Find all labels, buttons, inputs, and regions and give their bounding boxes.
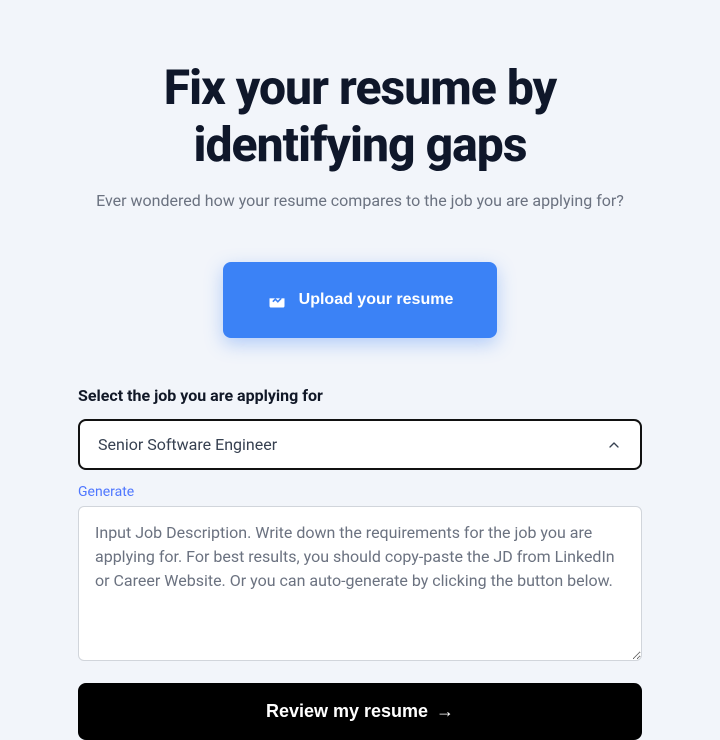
- chevron-up-icon: [606, 437, 622, 453]
- job-select-value: Senior Software Engineer: [98, 435, 277, 454]
- job-select[interactable]: Senior Software Engineer: [78, 419, 642, 470]
- generate-link[interactable]: Generate: [78, 484, 134, 500]
- upload-resume-button[interactable]: Upload your resume: [223, 262, 498, 338]
- job-description-input[interactable]: [78, 506, 642, 661]
- page-subtitle: Ever wondered how your resume compares t…: [96, 191, 624, 210]
- resume-icon: [267, 290, 287, 310]
- review-resume-button[interactable]: Review my resume →: [78, 683, 642, 740]
- job-select-label: Select the job you are applying for: [78, 386, 642, 405]
- page-title: Fix your resume by identifying gaps: [78, 60, 642, 173]
- upload-resume-label: Upload your resume: [299, 291, 454, 309]
- arrow-right-icon: →: [436, 701, 454, 722]
- review-resume-label: Review my resume: [266, 701, 428, 722]
